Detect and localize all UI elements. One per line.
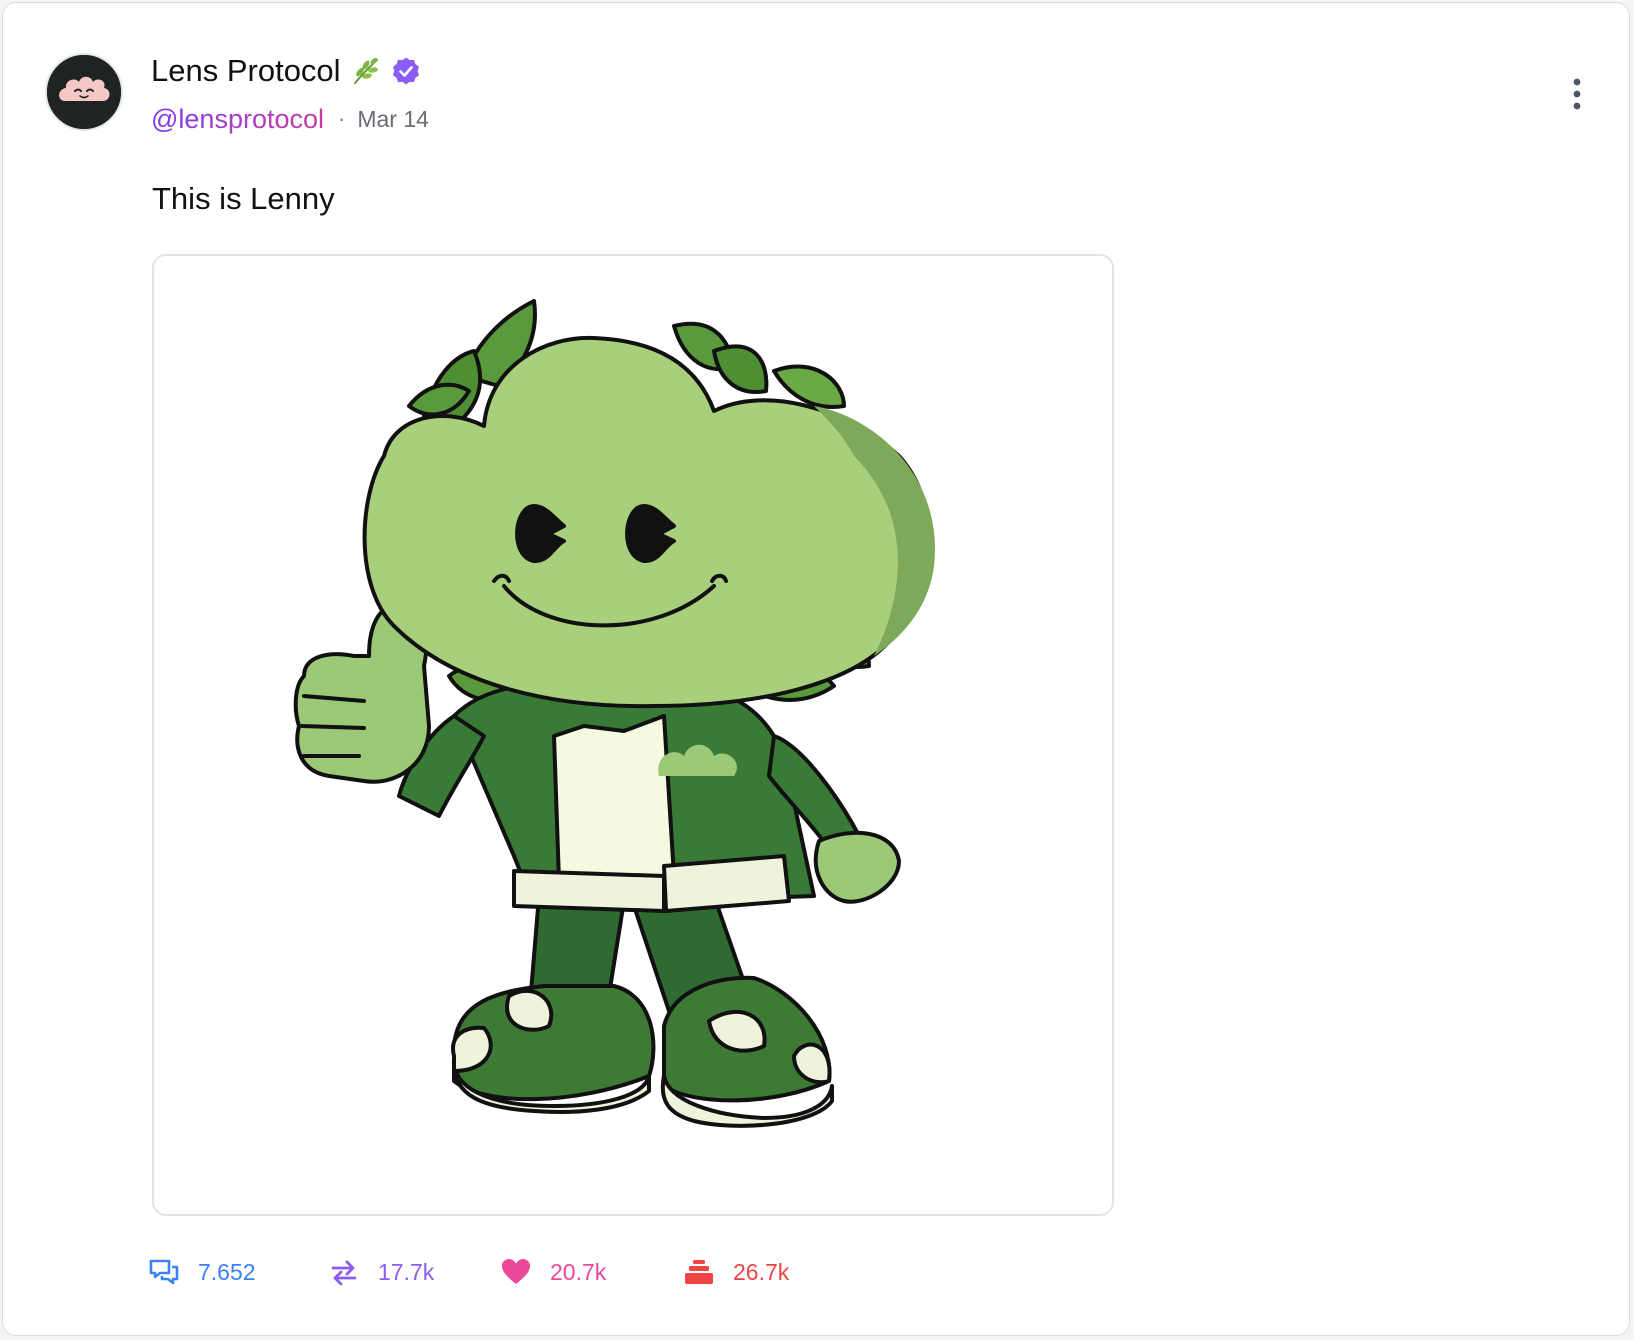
author-display-name[interactable]: Lens Protocol xyxy=(151,53,341,89)
more-options-button[interactable] xyxy=(1565,75,1589,115)
collect-count: 26.7k xyxy=(733,1258,790,1285)
comment-button[interactable]: 7.652 xyxy=(148,1247,256,1297)
herb-icon xyxy=(353,57,378,84)
comment-count: 7.652 xyxy=(198,1258,256,1285)
like-button[interactable]: 20.7k xyxy=(500,1247,606,1297)
more-vertical-icon xyxy=(1573,78,1581,110)
mirror-button[interactable]: 17.7k xyxy=(328,1247,434,1297)
post-text: This is Lenny xyxy=(152,181,335,216)
lenny-avatar-icon xyxy=(47,55,121,129)
post-card: Lens Protocol @lensprotocol · Mar 14 Thi… xyxy=(2,2,1630,1336)
mirror-count: 17.7k xyxy=(378,1258,435,1285)
heart-icon xyxy=(502,1259,530,1284)
collect-button[interactable]: 26.7k xyxy=(683,1247,789,1297)
author-avatar[interactable] xyxy=(45,53,123,131)
lenny-mascot-illustration xyxy=(293,299,935,1128)
meta-separator: · xyxy=(338,106,346,131)
post-image[interactable] xyxy=(152,254,1114,1216)
collect-icon xyxy=(685,1260,713,1284)
post-date[interactable]: Mar 14 xyxy=(357,106,429,133)
author-handle[interactable]: @lensprotocol xyxy=(151,104,324,135)
author-name-row: Lens Protocol xyxy=(151,51,421,91)
comment-icon xyxy=(149,1259,179,1285)
author-meta-row: @lensprotocol · Mar 14 xyxy=(151,101,429,137)
like-count: 20.7k xyxy=(550,1258,607,1285)
verified-badge-icon xyxy=(392,57,419,85)
mirror-icon xyxy=(331,1260,357,1286)
